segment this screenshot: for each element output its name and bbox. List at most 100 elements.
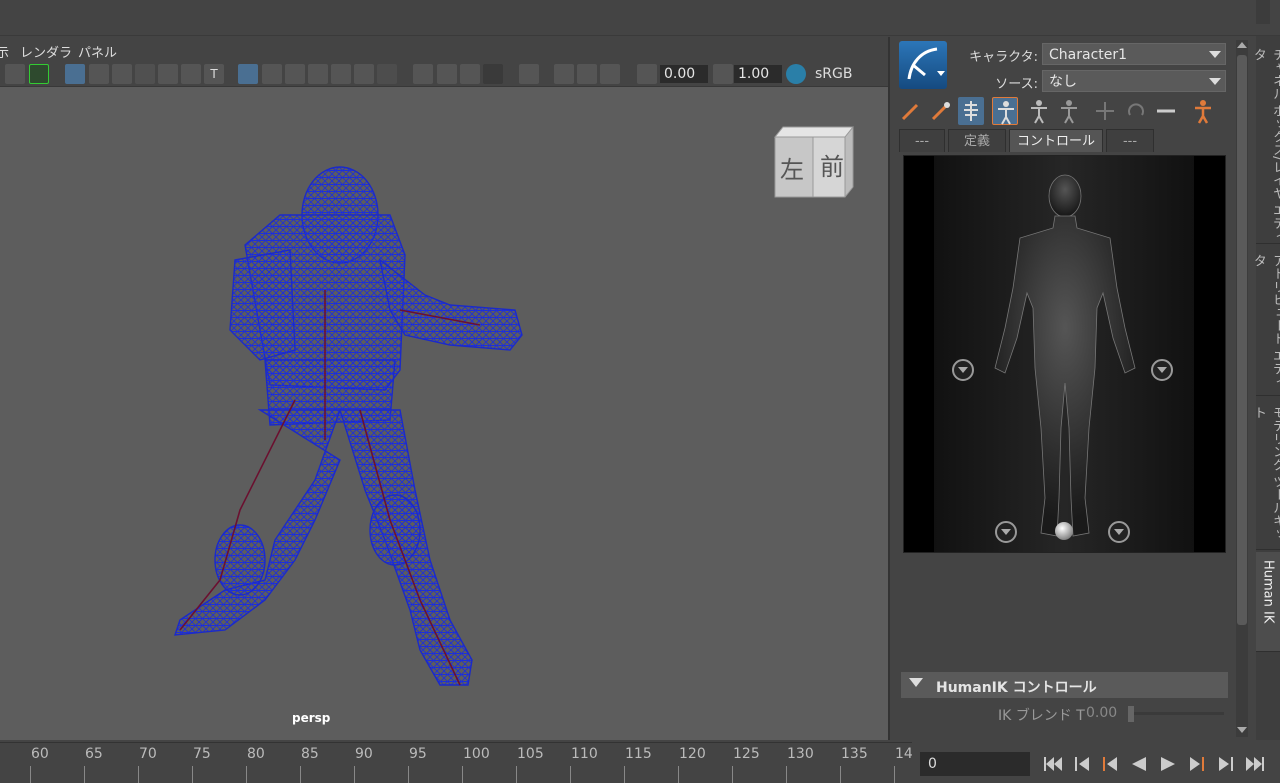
pin-rotation-icon[interactable]	[1123, 97, 1149, 125]
pin-translation-icon[interactable]	[1092, 97, 1118, 125]
motion-blur-icon[interactable]	[437, 64, 457, 84]
human-body-silhouette[interactable]	[985, 168, 1145, 548]
body-part-icon[interactable]	[1026, 97, 1052, 125]
collapse-triangle-icon[interactable]	[909, 678, 923, 687]
tab-definition[interactable]: 定義	[948, 129, 1006, 152]
viewcube-left-face[interactable]: 左	[780, 150, 804, 185]
tick-label: 85	[301, 746, 319, 762]
ik-blend-slider-track[interactable]	[1134, 712, 1224, 715]
side-tab-attribute-editor[interactable]: アトリビュート エディタ	[1251, 246, 1280, 396]
draw-effector-icon[interactable]	[897, 97, 923, 125]
light-icon[interactable]	[354, 64, 374, 84]
tick	[624, 766, 625, 783]
viewcube-front-face[interactable]: 前	[820, 147, 844, 182]
film-gate-icon[interactable]	[89, 64, 109, 84]
draw-pivot-icon[interactable]	[927, 97, 953, 125]
menu-renderer[interactable]: レンダラ	[20, 42, 72, 61]
character-dropdown[interactable]: Character1	[1042, 43, 1226, 65]
safe-title-icon[interactable]: T	[204, 64, 224, 84]
top-strip	[0, 0, 1280, 36]
smooth-shade-icon[interactable]	[262, 64, 282, 84]
color-management-icon[interactable]	[786, 64, 806, 84]
chevron-down-icon	[1209, 78, 1221, 85]
xray-icon[interactable]	[554, 64, 574, 84]
tab-custom[interactable]: ---	[1106, 129, 1154, 152]
isolate-icon[interactable]	[519, 64, 539, 84]
current-frame-field[interactable]: 0	[920, 752, 1030, 776]
reference-sphere-button[interactable]	[1055, 522, 1073, 540]
right-hand-expand-button[interactable]	[952, 359, 974, 381]
menu-panels[interactable]: パネル	[78, 42, 117, 61]
exposure-field[interactable]: 0.00	[660, 65, 708, 83]
tick-label: 75	[193, 746, 211, 762]
time-slider[interactable]	[0, 742, 912, 783]
previous-key-icon[interactable]	[1099, 754, 1121, 774]
top-scrollbar[interactable]	[1256, 0, 1270, 24]
right-foot-expand-button[interactable]	[995, 521, 1017, 543]
left-hand-expand-button[interactable]	[1151, 359, 1173, 381]
xray-active-icon[interactable]	[600, 64, 620, 84]
tick-label: 135	[841, 746, 868, 762]
xray-joints-icon[interactable]	[577, 64, 597, 84]
step-back-key-icon[interactable]	[1071, 754, 1093, 774]
lighting-icon[interactable]	[285, 64, 305, 84]
checker-icon[interactable]	[331, 64, 351, 84]
tick	[408, 766, 409, 783]
panel-menubar	[0, 37, 888, 61]
source-dropdown[interactable]: なし	[1042, 70, 1226, 92]
play-forward-icon[interactable]	[1157, 754, 1179, 774]
section-title: HumanIK コントロール	[936, 680, 1097, 696]
exposure-icon[interactable]	[637, 64, 657, 84]
tick-label: 120	[679, 746, 706, 762]
release-pin-icon[interactable]	[1153, 97, 1179, 125]
chevron-down-icon	[1209, 51, 1221, 58]
full-body-icon[interactable]	[992, 97, 1018, 125]
wireframe-icon[interactable]	[238, 64, 258, 84]
shadow-icon[interactable]	[377, 64, 397, 84]
antialias-icon[interactable]	[460, 64, 480, 84]
next-key-icon[interactable]	[1186, 754, 1208, 774]
pencil-icon[interactable]	[29, 64, 49, 84]
tick	[138, 766, 139, 783]
scroll-down-icon[interactable]	[1237, 727, 1247, 733]
move-icon[interactable]	[5, 64, 25, 84]
field-chart-icon[interactable]	[158, 64, 178, 84]
source-value: なし	[1049, 74, 1077, 90]
skeleton-icon[interactable]	[958, 97, 984, 125]
play-backward-icon[interactable]	[1128, 754, 1150, 774]
step-forward-icon[interactable]	[1215, 754, 1237, 774]
panel-scrollbar-thumb[interactable]	[1237, 55, 1247, 625]
tick-label: 115	[625, 746, 652, 762]
tick	[732, 766, 733, 783]
safe-action-icon[interactable]	[181, 64, 201, 84]
resolution-gate-icon[interactable]	[112, 64, 132, 84]
grid-icon[interactable]	[65, 64, 85, 84]
selection-icon[interactable]	[1056, 97, 1082, 125]
menu-show[interactable]: 示	[0, 42, 9, 61]
go-to-end-icon[interactable]	[1244, 754, 1266, 774]
humanik-logo-icon[interactable]	[899, 41, 947, 89]
tick-label: 125	[733, 746, 760, 762]
ambient-occlusion-icon[interactable]	[413, 64, 433, 84]
tick	[192, 766, 193, 783]
scroll-up-icon[interactable]	[1237, 42, 1247, 48]
character-label: キャラクタ:	[969, 50, 1038, 65]
left-foot-expand-button[interactable]	[1108, 521, 1130, 543]
side-tab-modeling-toolkit[interactable]: モデリング ツールキット	[1251, 398, 1280, 550]
textured-icon[interactable]	[308, 64, 328, 84]
side-tab-channel-box[interactable]: チャネル ボックス/レイヤ エディタ	[1251, 40, 1280, 244]
stance-pose-icon[interactable]	[1190, 97, 1216, 125]
ik-blend-value[interactable]: 0.00	[1086, 705, 1117, 721]
gamma-icon[interactable]	[713, 64, 733, 84]
go-to-start-icon[interactable]	[1042, 754, 1064, 774]
gate-mask-icon[interactable]	[135, 64, 155, 84]
wireframe-character[interactable]	[150, 160, 550, 700]
depth-of-field-icon[interactable]	[483, 64, 503, 84]
camera-label: persp	[292, 711, 331, 725]
gamma-field[interactable]: 1.00	[734, 65, 782, 83]
colorspace-dropdown[interactable]: sRGB gam	[810, 64, 888, 84]
side-tab-human-ik[interactable]: Human IK	[1256, 552, 1280, 652]
tab-skeleton[interactable]: ---	[899, 129, 945, 152]
tab-controls[interactable]: コントロール	[1009, 129, 1103, 152]
tick	[462, 766, 463, 783]
